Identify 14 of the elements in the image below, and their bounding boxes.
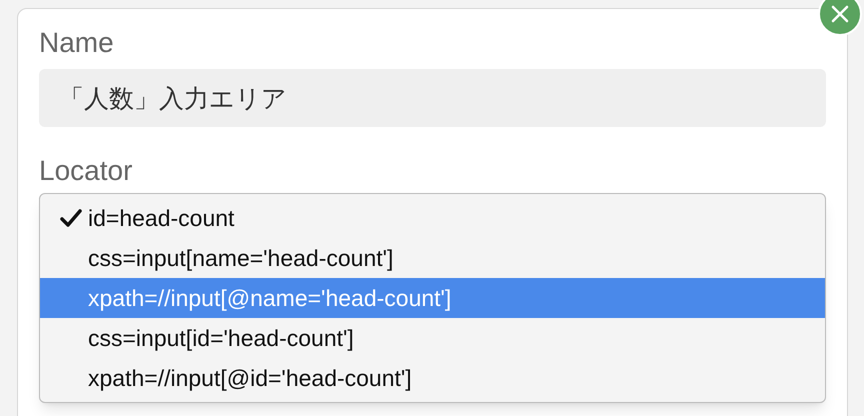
name-field[interactable]: 「人数」入力エリア (39, 69, 826, 127)
menu-item[interactable]: css=input[name='head-count'] (40, 238, 825, 278)
close-button[interactable] (818, 0, 862, 36)
close-icon (830, 4, 850, 24)
field-label: Name (39, 26, 115, 60)
menu-item[interactable]: id=head-count (40, 198, 825, 238)
option-text: xpath=//input[@id='head-count'] (88, 364, 412, 393)
option-text: xpath=//input[@name='head-count'] (88, 284, 452, 313)
menu-item[interactable]: xpath=//input[@id='head-count'] (40, 358, 825, 398)
field-label: Locator (39, 154, 134, 188)
option-text: id=head-count (88, 204, 234, 233)
option-text: css=input[id='head-count'] (88, 324, 354, 353)
menu-item[interactable]: css=input[id='head-count'] (40, 318, 825, 358)
option-text: css=input[name='head-count'] (88, 244, 394, 273)
